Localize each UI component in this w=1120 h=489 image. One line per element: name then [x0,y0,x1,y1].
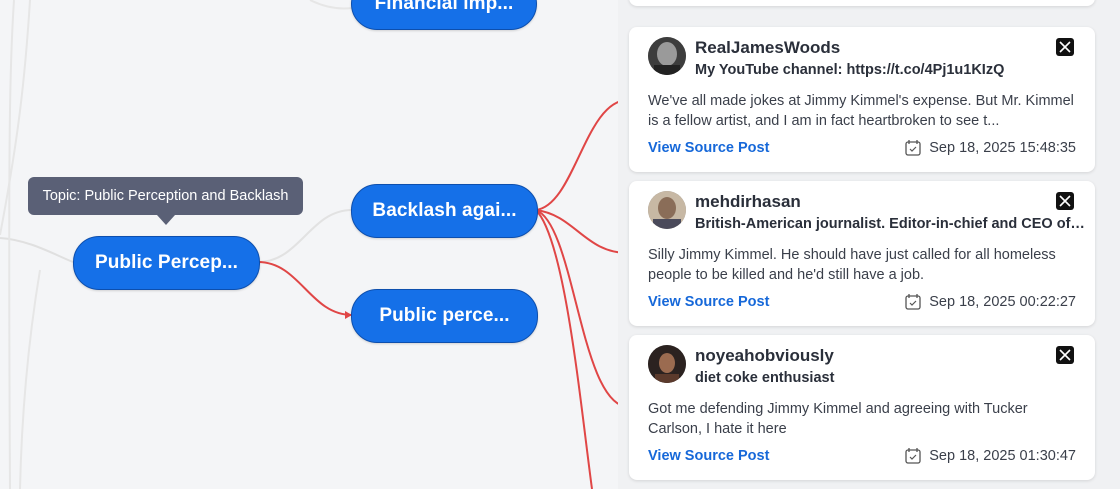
node-public-perce[interactable]: Public perce... [351,289,538,343]
user-bio: British-American journalist. Editor-in-c… [695,216,1085,232]
calendar-icon [905,447,921,464]
post-card: mehdirhasan British-American journalist.… [629,181,1095,326]
node-label: Financial imp... [374,0,514,14]
post-text: Silly Jimmy Kimmel. He should have just … [648,247,1056,283]
user-bio: My YouTube channel: https://t.co/4Pj1u1K… [695,62,1005,78]
username: mehdirhasan [695,192,801,211]
tooltip-arrow [157,215,175,225]
post-date: Sep 18, 2025 01:30:47 [905,447,1076,464]
x-icon [1056,38,1074,56]
topic-tooltip: Topic: Public Perception and Backlash [28,177,303,215]
node-label: Backlash agai... [372,200,517,221]
date-text: Sep 18, 2025 00:22:27 [929,293,1076,310]
calendar-icon [905,139,921,156]
node-financial-impact[interactable]: Financial imp... [351,0,537,30]
mindmap-canvas[interactable]: Financial imp... Topic: Public Perceptio… [0,0,1120,489]
username: RealJamesWoods [695,38,841,57]
date-text: Sep 18, 2025 01:30:47 [929,447,1076,464]
avatar [648,191,686,229]
node-label: Public Percep... [94,252,239,273]
avatar [648,345,686,383]
x-icon [1056,346,1074,364]
view-source-post-link[interactable]: View Source Post [648,448,769,464]
post-text: We've all made jokes at Jimmy Kimmel's e… [648,93,1074,129]
post-card-partial [629,0,1095,6]
view-source-post-link[interactable]: View Source Post [648,140,769,156]
post-card: RealJamesWoods My YouTube channel: https… [629,27,1095,172]
node-backlash[interactable]: Backlash agai... [351,184,538,238]
user-bio: diet coke enthusiast [695,370,835,386]
view-source-post-link[interactable]: View Source Post [648,294,769,310]
post-text: Got me defending Jimmy Kimmel and agreei… [648,401,1028,437]
node-label: Public perce... [379,305,510,326]
post-date: Sep 18, 2025 15:48:35 [905,139,1076,156]
date-text: Sep 18, 2025 15:48:35 [929,139,1076,156]
calendar-icon [905,293,921,310]
avatar [648,37,686,75]
post-card: noyeahobviously diet coke enthusiast Got… [629,335,1095,480]
node-public-perception[interactable]: Public Percep... [73,236,260,290]
post-date: Sep 18, 2025 00:22:27 [905,293,1076,310]
username: noyeahobviously [695,346,834,365]
x-icon [1056,192,1074,210]
